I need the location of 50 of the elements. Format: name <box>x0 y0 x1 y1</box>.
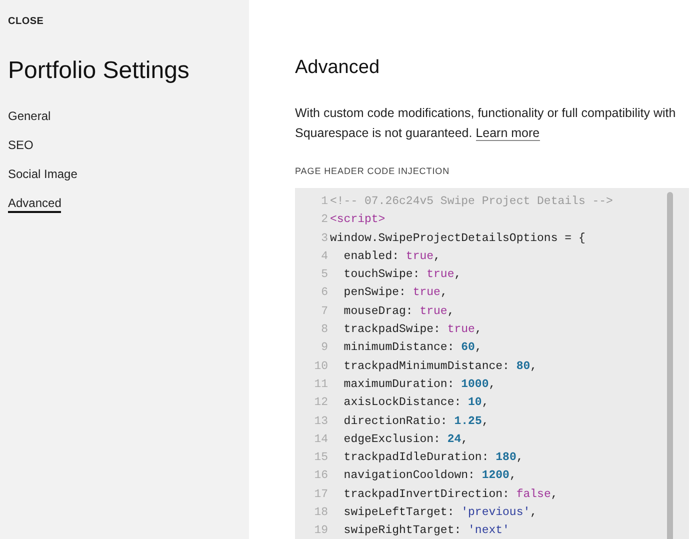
code-line: touchSwipe: true, <box>342 267 462 284</box>
line-number: 2 <box>320 212 329 228</box>
line-number: 8 <box>320 322 329 338</box>
line-number: 18 <box>313 505 329 522</box>
line-number: 11 <box>313 376 329 393</box>
code-line: trackpadMinimumDistance: 80, <box>342 358 538 375</box>
line-number: 3 <box>320 230 329 247</box>
settings-title: Portfolio Settings <box>8 56 190 86</box>
line-number: 17 <box>313 486 329 503</box>
line-number: 12 <box>313 395 329 412</box>
line-number: 1 <box>320 194 329 210</box>
code-line: penSwipe: true, <box>342 285 448 302</box>
code-line: minimumDistance: 60, <box>342 340 482 356</box>
close-link[interactable]: CLOSE <box>8 14 44 29</box>
field-label: PAGE HEADER CODE INJECTION <box>295 164 451 178</box>
code-line: mouseDrag: true, <box>342 304 454 320</box>
learn-more-link[interactable]: Learn more <box>476 126 540 140</box>
nav-item[interactable]: Advanced <box>8 195 62 213</box>
code-editor[interactable] <box>295 188 689 539</box>
code-line: <script> <box>330 212 386 228</box>
line-number: 10 <box>313 358 329 375</box>
code-line: edgeExclusion: 24, <box>342 432 468 448</box>
line-number: 5 <box>320 267 329 284</box>
code-line: window.SwipeProjectDetailsOptions = { <box>330 230 586 247</box>
line-number: 14 <box>313 432 329 448</box>
line-number: 6 <box>320 285 329 302</box>
code-line: trackpadInvertDirection: false, <box>342 486 558 503</box>
nav-item[interactable]: General <box>8 108 51 126</box>
scrollbar-thumb[interactable] <box>667 192 673 539</box>
notice-text: With custom code modifications, functionality or full compatibility with Squarespace is not guaranteed. Learn more <box>295 104 677 142</box>
line-number: 9 <box>320 340 329 356</box>
code-line: swipeLeftTarget: 'previous', <box>342 505 538 522</box>
line-number: 16 <box>313 468 329 484</box>
code-line: <!-- 07.26c24v5 Swipe Project Details --> <box>330 194 613 210</box>
code-line: trackpadSwipe: true, <box>342 322 482 338</box>
code-line: navigationCooldown: 1200, <box>342 468 516 484</box>
nav-item[interactable]: Social Image <box>8 166 78 184</box>
code-line: directionRatio: 1.25, <box>342 414 489 430</box>
line-number: 19 <box>313 523 329 539</box>
section-title: Advanced <box>295 56 381 80</box>
code-line: enabled: true, <box>342 248 440 265</box>
line-number: 15 <box>313 450 329 466</box>
line-number: 7 <box>320 304 329 320</box>
code-line: trackpadIdleDuration: 180, <box>342 450 524 466</box>
code-line: maximumDuration: 1000, <box>342 376 496 393</box>
line-number: 13 <box>313 414 329 430</box>
line-number: 4 <box>320 248 329 265</box>
code-line: axisLockDistance: 10, <box>342 395 489 412</box>
nav-item[interactable]: SEO <box>8 137 34 155</box>
code-line: swipeRightTarget: 'next' <box>342 523 510 539</box>
